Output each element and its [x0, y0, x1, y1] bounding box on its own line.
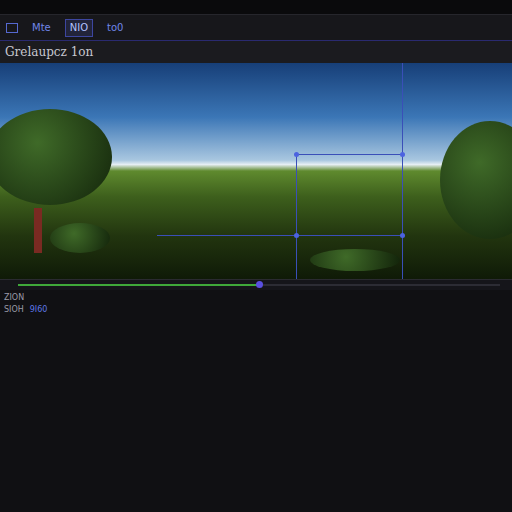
timeline-track[interactable] — [18, 284, 500, 286]
title-bar: Grelaupcz 1on — [0, 41, 512, 63]
timeline — [0, 279, 512, 290]
tree-trunk — [34, 208, 42, 253]
toolbar-tab[interactable]: to0 — [103, 20, 127, 36]
bush — [310, 249, 400, 271]
status-text: SIOH — [4, 305, 24, 315]
status-text: ZION — [4, 293, 24, 303]
guide-handle[interactable] — [400, 233, 405, 238]
status-row: ZION — [4, 293, 508, 303]
status-bar: ZION SIOH 9I60 — [0, 290, 512, 512]
guide-handle[interactable] — [400, 152, 405, 157]
top-strip — [0, 0, 512, 15]
guide-line — [157, 235, 403, 236]
guide-line — [402, 63, 403, 279]
render-viewport[interactable] — [0, 63, 512, 279]
window-title: Grelaupcz 1on — [5, 45, 93, 59]
guide-line — [296, 154, 297, 279]
toolbar-tab[interactable]: NIO — [65, 19, 93, 37]
guide-handle[interactable] — [294, 152, 299, 157]
timeline-fill — [18, 284, 259, 286]
panel-icon[interactable] — [6, 23, 18, 33]
guide-line — [296, 154, 403, 155]
status-row: SIOH 9I60 — [4, 305, 508, 315]
toolbar-tab[interactable]: Mte — [28, 20, 55, 36]
tree — [440, 121, 512, 239]
playhead[interactable] — [256, 281, 263, 288]
status-text: 9I60 — [30, 305, 48, 315]
toolbar: Mte NIO to0 — [0, 15, 512, 41]
bush — [50, 223, 110, 253]
guide-handle[interactable] — [294, 233, 299, 238]
tree — [0, 109, 112, 205]
